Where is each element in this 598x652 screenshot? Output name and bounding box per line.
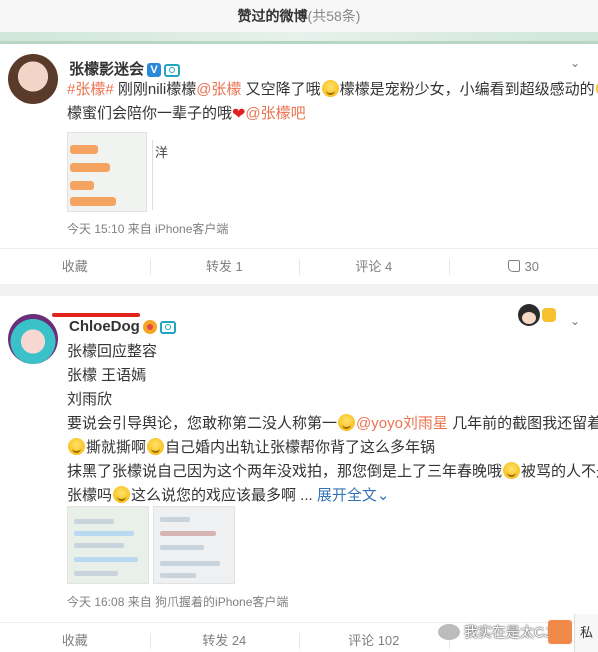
- repost-label: 转发 24: [202, 633, 247, 648]
- comment-label: 评论 102: [348, 633, 400, 648]
- post-meta: 今天 16:08 来自 狗爪握着的iPhone客户端: [67, 595, 289, 609]
- post-text-line: 张檬 王语嫣: [67, 367, 147, 384]
- post-text-line: 刘雨欣: [67, 391, 113, 408]
- chevron-down-icon[interactable]: ⌄: [570, 314, 582, 328]
- avatar[interactable]: [8, 314, 58, 364]
- camera-icon: [159, 320, 176, 334]
- post-image[interactable]: [153, 506, 235, 584]
- wechat-icon: [438, 624, 460, 640]
- card-sticker-decoration: [514, 300, 558, 330]
- username[interactable]: 张檬影迷会 V: [69, 58, 181, 79]
- page-title: 赞过的微博(共58条): [0, 0, 598, 32]
- heart-icon: ❤: [232, 106, 246, 123]
- post-meta: 今天 15:10 来自 iPhone客户端: [67, 222, 229, 236]
- annotation-underline: [52, 313, 140, 317]
- sticker-cat: [542, 308, 556, 322]
- orange-badge-icon: [548, 620, 572, 644]
- page-title-text: 赞过的微博: [237, 8, 308, 24]
- username[interactable]: ChloeDog: [69, 318, 176, 335]
- post-count: (共58条): [307, 8, 361, 24]
- chat-line: [160, 573, 196, 578]
- text-segment: 檬檬是宠粉少女，小编看到超级感动的: [339, 81, 595, 98]
- chat-line: [74, 571, 118, 576]
- favorite-label: 收藏: [61, 259, 88, 274]
- chevron-down-icon[interactable]: ⌄: [377, 487, 390, 504]
- comment-button[interactable]: 评论 4: [299, 249, 449, 284]
- action-bar: 收藏 转发 1 评论 4 30: [0, 248, 598, 284]
- repost-button[interactable]: 转发 24: [149, 623, 300, 652]
- post-text-line: 撕就撕啊 自己婚内出轨让张檬帮你背了这么多年锅: [67, 436, 435, 460]
- text-segment: 又空降了哦: [241, 81, 321, 98]
- text-segment: 几年前的截图我还留着呢: [452, 415, 598, 432]
- weibo-card: 张檬影迷会 V ⌄ #张檬# 刚刚nili檬檬@张檬 又空降了哦 檬檬是宠粉少女，小…: [0, 44, 598, 284]
- chat-line: [74, 543, 124, 548]
- smile-emoji-icon: [503, 462, 521, 479]
- like-button[interactable]: 30: [448, 249, 598, 284]
- chat-line: [74, 557, 138, 562]
- chat-line: [160, 517, 190, 522]
- post-text-line: 檬蜜们会陪你一辈子的哦❤@张檬吧: [67, 102, 306, 127]
- page-header: 赞过的微博(共58条): [0, 0, 598, 36]
- image-text: 洋: [155, 145, 169, 160]
- username-text[interactable]: 张檬影迷会: [69, 61, 144, 78]
- text-segment: 这么说您的戏应该最多啊 ...: [131, 487, 317, 504]
- chevron-down-icon[interactable]: ⌄: [570, 56, 582, 70]
- smile-emoji-icon: [68, 438, 85, 455]
- post-image[interactable]: [67, 132, 147, 212]
- verified-icon: V: [147, 63, 162, 78]
- favorite-button[interactable]: 收藏: [0, 249, 150, 284]
- mention-link[interactable]: @张檬吧: [245, 105, 305, 122]
- medal-icon: [142, 320, 157, 335]
- expand-full-text-link[interactable]: 展开全文: [317, 487, 377, 504]
- post-text-line: 要说会引导舆论，您敢称第二没人称第一 @yoyo刘雨星 几年前的截图我还留着呢: [67, 412, 598, 436]
- comment-button[interactable]: 评论 102: [299, 623, 449, 652]
- favorite-label: 收藏: [61, 633, 88, 648]
- text-segment: 撕就撕啊: [86, 439, 147, 456]
- avatar[interactable]: [8, 54, 58, 104]
- chat-line: [160, 561, 220, 566]
- post-text-line: #张檬# 刚刚nili檬檬@张檬 又空降了哦 檬檬是宠粉少女，小编看到超级感动的: [67, 78, 598, 102]
- smile-emoji-icon: [113, 486, 131, 503]
- chat-line: [160, 545, 204, 550]
- post-image-crop[interactable]: 洋: [152, 140, 237, 210]
- like-count: 30: [524, 259, 539, 274]
- sticker-face: [518, 304, 540, 326]
- smile-emoji-icon: [338, 414, 356, 431]
- text-segment: 被骂的人不是: [521, 463, 598, 480]
- private-message-tab[interactable]: 私: [574, 614, 598, 652]
- mention-link[interactable]: @yoyo刘雨星: [356, 415, 448, 432]
- repost-button[interactable]: 转发 1: [149, 249, 300, 284]
- favorite-button[interactable]: 收藏: [0, 623, 150, 652]
- chat-bubble: [70, 181, 94, 190]
- chat-line: [74, 519, 114, 524]
- text-segment: 要说会引导舆论，您敢称第二没人称第一: [67, 415, 338, 432]
- post-text-line: 张檬吗 这么说您的戏应该最多啊 ... 展开全文⌄: [67, 484, 389, 508]
- smile-emoji-icon: [147, 438, 165, 455]
- post-image[interactable]: [67, 506, 149, 584]
- hashtag-link[interactable]: #张檬#: [67, 81, 114, 98]
- text-segment: 刚刚nili檬檬: [113, 81, 197, 98]
- smile-emoji-icon: [321, 80, 339, 97]
- text-segment: 自己婚内出轨让张檬帮你背了这么多年锅: [165, 439, 436, 456]
- wechat-watermark: 我实在是太CJ了 私: [438, 614, 598, 652]
- text-segment: 抹黑了张檬说自己因为这个两年没戏拍，那您倒是上了三年春晚哦: [67, 463, 503, 480]
- repost-label: 转发 1: [205, 259, 243, 274]
- chat-bubble: [70, 197, 116, 206]
- chat-line: [160, 531, 216, 536]
- chat-bubble: [70, 145, 98, 154]
- camera-icon: [164, 63, 181, 77]
- chat-line: [74, 531, 134, 536]
- mention-link[interactable]: @张檬: [196, 81, 241, 98]
- post-text-line: 抹黑了张檬说自己因为这个两年没戏拍，那您倒是上了三年春晚哦 被骂的人不是: [67, 460, 598, 484]
- comment-label: 评论 4: [355, 259, 393, 274]
- weibo-card: ChloeDog ⌄ 张檬回应整容 张檬 王语嫣 刘雨欣 要说会引导舆论，您敢称…: [0, 296, 598, 652]
- text-segment: 张檬吗: [67, 487, 113, 504]
- post-text-line: 张檬回应整容: [67, 343, 158, 360]
- text-segment: 檬蜜们会陪你一辈子的哦: [67, 105, 233, 122]
- username-text[interactable]: ChloeDog: [69, 318, 140, 335]
- thumbs-up-icon: [507, 260, 520, 272]
- chat-bubble: [70, 163, 110, 172]
- header-decoration: [0, 32, 598, 44]
